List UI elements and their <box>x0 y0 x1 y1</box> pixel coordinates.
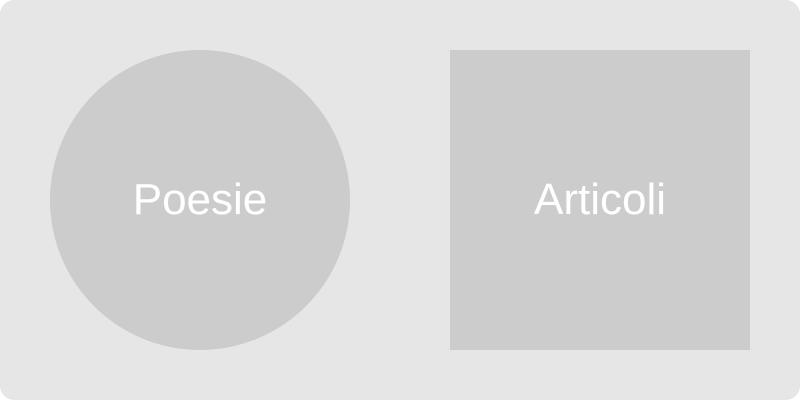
articoli-tile-label: Articoli <box>533 175 667 224</box>
poesie-tile-label: Poesie <box>132 175 268 224</box>
articoli-tile[interactable]: Articoli <box>450 50 750 350</box>
navigation-panel: Poesie Articoli <box>0 0 800 400</box>
poesie-tile[interactable]: Poesie <box>50 50 350 350</box>
